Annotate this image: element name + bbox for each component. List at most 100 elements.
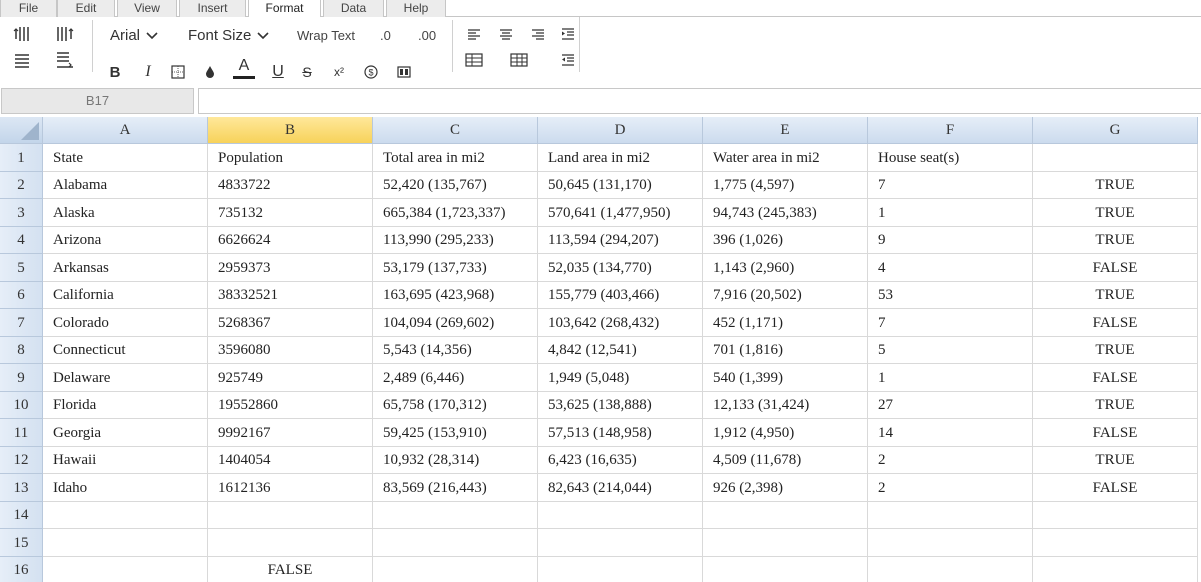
cell-f13[interactable]: 2 <box>868 474 1033 502</box>
cell-e4[interactable]: 396 (1,026) <box>703 227 868 254</box>
column-header-c[interactable]: C <box>373 117 538 144</box>
merge-cells-icon[interactable] <box>394 62 414 82</box>
cell-d15[interactable] <box>538 529 703 557</box>
cell-d6[interactable]: 155,779 (403,466) <box>538 282 703 309</box>
table-grid-icon[interactable] <box>509 50 529 70</box>
cell-f15[interactable] <box>868 529 1033 557</box>
column-header-a[interactable]: A <box>43 117 208 144</box>
cell-b10[interactable]: 19552860 <box>208 392 373 419</box>
outdent-icon[interactable] <box>558 50 578 70</box>
select-all-corner[interactable] <box>0 117 43 144</box>
cell-e16[interactable] <box>703 557 868 582</box>
cell-a3[interactable]: Alaska <box>43 199 208 227</box>
cell-g2[interactable]: TRUE <box>1033 172 1198 199</box>
cell-a12[interactable]: Hawaii <box>43 447 208 474</box>
row-header-14[interactable]: 14 <box>0 502 43 529</box>
cell-b2[interactable]: 4833722 <box>208 172 373 199</box>
insert-row-above-icon[interactable] <box>13 50 33 70</box>
cell-b15[interactable] <box>208 529 373 557</box>
font-color-button[interactable]: A <box>233 58 255 79</box>
cell-f12[interactable]: 2 <box>868 447 1033 474</box>
cell-d9[interactable]: 1,949 (5,048) <box>538 364 703 392</box>
cell-a5[interactable]: Arkansas <box>43 254 208 282</box>
cell-c15[interactable] <box>373 529 538 557</box>
cell-b14[interactable] <box>208 502 373 529</box>
menu-tab-file[interactable]: File <box>0 0 57 17</box>
cell-b12[interactable]: 1404054 <box>208 447 373 474</box>
row-header-2[interactable]: 2 <box>0 172 43 199</box>
row-header-3[interactable]: 3 <box>0 199 43 227</box>
cell-c9[interactable]: 2,489 (6,446) <box>373 364 538 392</box>
cell-f6[interactable]: 53 <box>868 282 1033 309</box>
cell-g12[interactable]: TRUE <box>1033 447 1198 474</box>
indent-icon[interactable] <box>558 24 578 44</box>
cell-c2[interactable]: 52,420 (135,767) <box>373 172 538 199</box>
cell-e11[interactable]: 1,912 (4,950) <box>703 419 868 447</box>
cell-reference-box[interactable]: B17 <box>1 88 194 114</box>
cell-g7[interactable]: FALSE <box>1033 309 1198 337</box>
cell-a4[interactable]: Arizona <box>43 227 208 254</box>
cell-d13[interactable]: 82,643 (214,044) <box>538 474 703 502</box>
cell-c5[interactable]: 53,179 (137,733) <box>373 254 538 282</box>
cell-c14[interactable] <box>373 502 538 529</box>
cell-b4[interactable]: 6626624 <box>208 227 373 254</box>
cell-g14[interactable] <box>1033 502 1198 529</box>
font-name-dropdown[interactable]: Arial <box>110 27 158 44</box>
cell-c8[interactable]: 5,543 (14,356) <box>373 337 538 364</box>
cell-b3[interactable]: 735132 <box>208 199 373 227</box>
menu-tab-insert[interactable]: Insert <box>179 0 246 17</box>
superscript-button[interactable]: x² <box>329 62 349 82</box>
formula-input[interactable] <box>198 88 1201 114</box>
cell-c4[interactable]: 113,990 (295,233) <box>373 227 538 254</box>
align-center-icon[interactable] <box>496 24 516 44</box>
cell-e5[interactable]: 1,143 (2,960) <box>703 254 868 282</box>
cell-c10[interactable]: 65,758 (170,312) <box>373 392 538 419</box>
cell-f7[interactable]: 7 <box>868 309 1033 337</box>
menu-tab-edit[interactable]: Edit <box>57 0 115 17</box>
cell-d8[interactable]: 4,842 (12,541) <box>538 337 703 364</box>
cell-f3[interactable]: 1 <box>868 199 1033 227</box>
cell-e15[interactable] <box>703 529 868 557</box>
cell-d7[interactable]: 103,642 (268,432) <box>538 309 703 337</box>
cell-c6[interactable]: 163,695 (423,968) <box>373 282 538 309</box>
cell-f11[interactable]: 14 <box>868 419 1033 447</box>
cell-e13[interactable]: 926 (2,398) <box>703 474 868 502</box>
row-header-4[interactable]: 4 <box>0 227 43 254</box>
menu-tab-help[interactable]: Help <box>386 0 446 17</box>
cell-g5[interactable]: FALSE <box>1033 254 1198 282</box>
row-header-12[interactable]: 12 <box>0 447 43 474</box>
italic-button[interactable]: I <box>138 62 158 82</box>
cell-a6[interactable]: California <box>43 282 208 309</box>
row-header-7[interactable]: 7 <box>0 309 43 337</box>
cell-d5[interactable]: 52,035 (134,770) <box>538 254 703 282</box>
row-header-16[interactable]: 16 <box>0 557 43 582</box>
cell-d16[interactable] <box>538 557 703 582</box>
row-header-6[interactable]: 6 <box>0 282 43 309</box>
cell-f5[interactable]: 4 <box>868 254 1033 282</box>
cell-a7[interactable]: Colorado <box>43 309 208 337</box>
cell-g16[interactable] <box>1033 557 1198 582</box>
insert-row-below-icon[interactable] <box>55 50 75 70</box>
cell-c13[interactable]: 83,569 (216,443) <box>373 474 538 502</box>
cell-e7[interactable]: 452 (1,171) <box>703 309 868 337</box>
menu-tab-view[interactable]: View <box>117 0 177 17</box>
cell-c11[interactable]: 59,425 (153,910) <box>373 419 538 447</box>
row-header-10[interactable]: 10 <box>0 392 43 419</box>
cell-f16[interactable] <box>868 557 1033 582</box>
align-left-icon[interactable] <box>464 24 484 44</box>
cell-g8[interactable]: TRUE <box>1033 337 1198 364</box>
insert-column-after-icon[interactable] <box>55 24 75 44</box>
wrap-text-button[interactable]: Wrap Text <box>297 28 355 43</box>
cell-b5[interactable]: 2959373 <box>208 254 373 282</box>
cell-g9[interactable]: FALSE <box>1033 364 1198 392</box>
currency-icon[interactable]: $ <box>361 62 381 82</box>
cell-f10[interactable]: 27 <box>868 392 1033 419</box>
strikethrough-button[interactable]: S <box>297 62 317 82</box>
increase-decimal-button[interactable]: .00 <box>418 28 436 43</box>
cell-e9[interactable]: 540 (1,399) <box>703 364 868 392</box>
borders-icon[interactable] <box>168 62 188 82</box>
bold-button[interactable]: B <box>105 62 125 82</box>
align-right-icon[interactable] <box>528 24 548 44</box>
cell-e2[interactable]: 1,775 (4,597) <box>703 172 868 199</box>
cell-e3[interactable]: 94,743 (245,383) <box>703 199 868 227</box>
